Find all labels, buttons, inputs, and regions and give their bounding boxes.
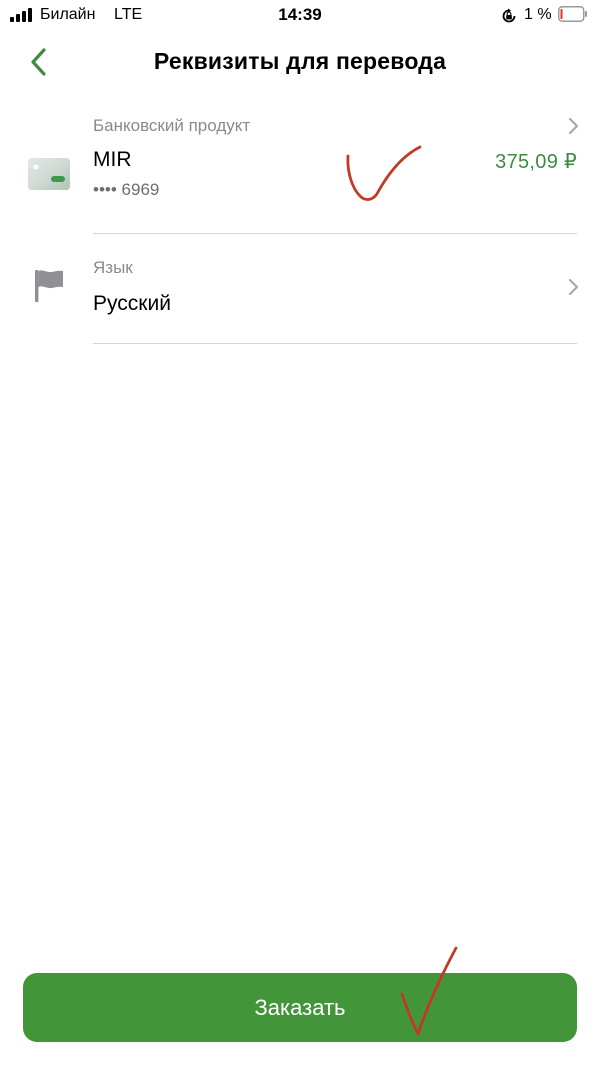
card-balance: 375,09 ₽ [495,151,577,173]
divider [93,343,577,344]
order-button[interactable]: Заказать [23,973,577,1042]
battery-percent: 1 % [524,6,552,23]
screen: Билайн LTE 14:39 1 % Реквизиты для перев… [0,0,600,1066]
battery-icon [558,6,587,22]
language-caption: Язык [93,258,133,277]
language-row[interactable]: Язык Русский [0,234,600,344]
header: Реквизиты для перевода [0,38,600,86]
bank-product-row[interactable]: Банковский продукт MIR •••• 6969 375,09 … [0,104,600,234]
handwritten-checkmark [346,145,422,201]
chevron-right-icon [568,278,579,296]
status-bar: Билайн LTE 14:39 1 % [0,0,600,32]
card-number: •••• 6969 [93,180,160,199]
rotation-lock-icon [502,8,516,23]
card-icon [28,158,70,190]
bank-product-caption: Банковский продукт [93,116,251,135]
language-value: Русский [93,292,171,315]
chevron-right-icon [568,117,579,135]
flag-icon [35,270,63,302]
card-name: MIR [93,148,132,171]
page-title: Реквизиты для перевода [153,48,447,74]
